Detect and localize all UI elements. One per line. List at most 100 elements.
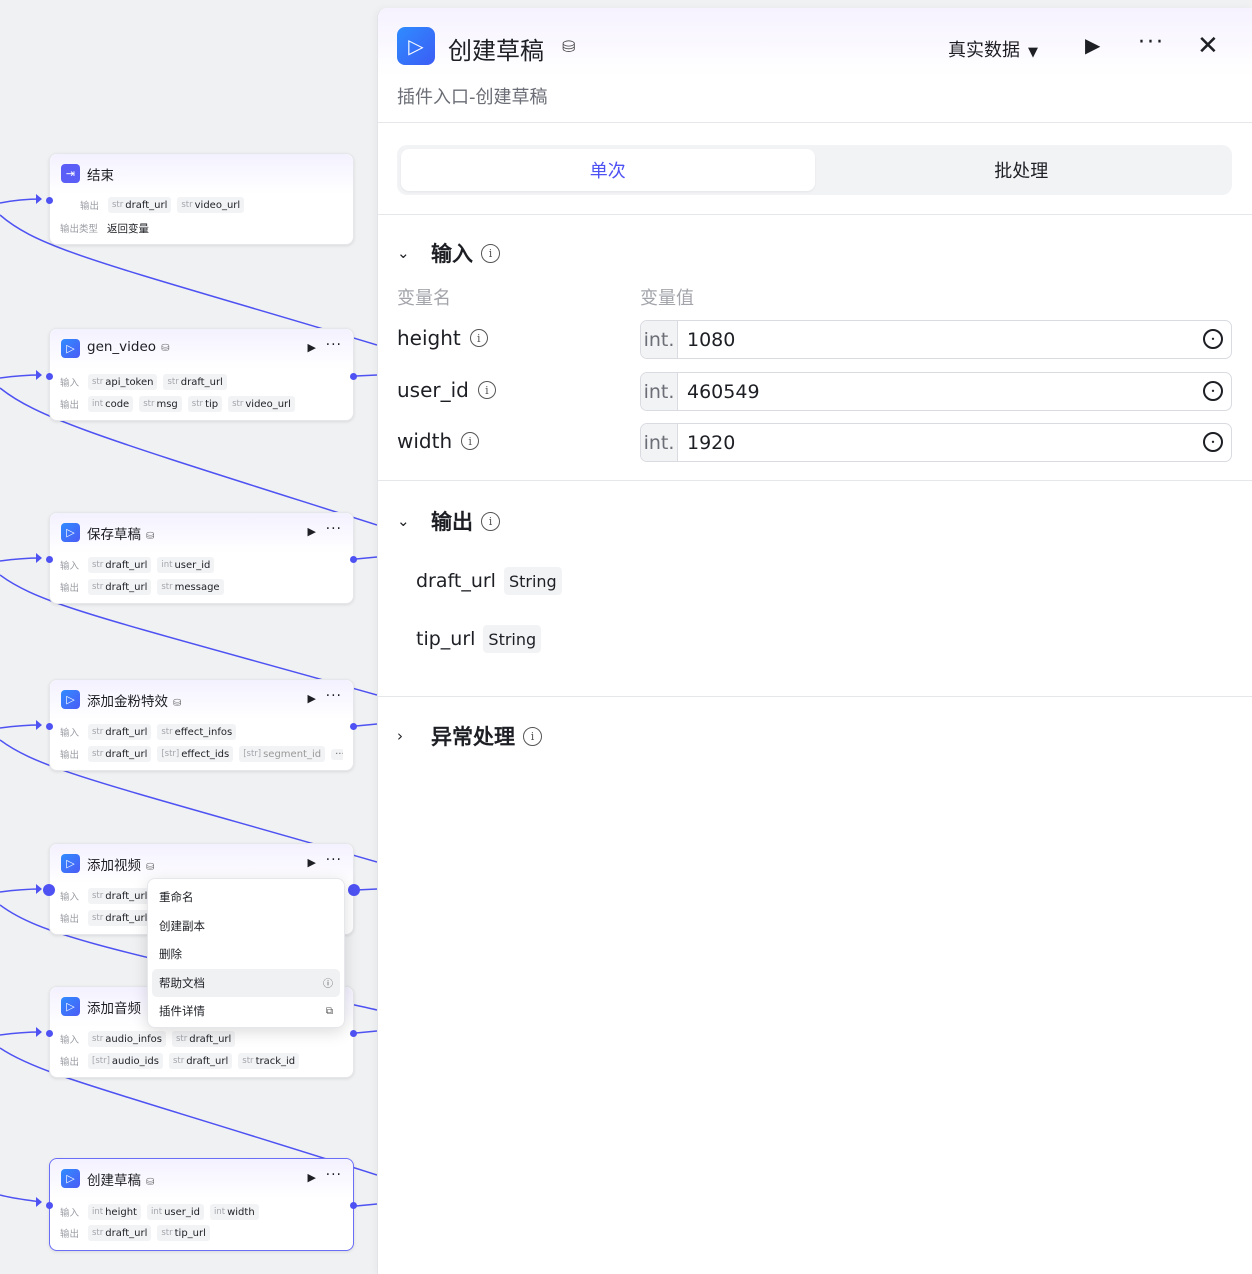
menu-item-delete[interactable]: 删除 bbox=[152, 940, 340, 969]
exception-section-toggle[interactable]: › 异常处理 i bbox=[397, 721, 542, 751]
input-port[interactable] bbox=[46, 197, 53, 204]
var-tag: str video_url bbox=[177, 197, 245, 213]
output-name: draft_url bbox=[416, 570, 496, 592]
more-icon[interactable]: ··· bbox=[326, 337, 342, 353]
help-icon: ⓘ bbox=[323, 979, 333, 991]
variable-ref-icon[interactable]: • bbox=[1203, 381, 1223, 401]
var-tag: str draft_url bbox=[88, 579, 152, 595]
plugin-icon: ▷ bbox=[397, 27, 435, 65]
plugin-badge-icon: ⛁ bbox=[146, 862, 155, 873]
input-section-toggle[interactable]: ⌄ 输入 i bbox=[397, 238, 500, 268]
variable-name: width i bbox=[397, 429, 480, 453]
data-mode-dropdown[interactable]: 真实数据 ▼ bbox=[948, 36, 1038, 62]
workflow-canvas[interactable]: ⇥ 结束 输出 str draft_url str video_url 输出类型 返… bbox=[0, 0, 377, 1274]
output-port[interactable] bbox=[350, 1030, 357, 1037]
plugin-badge-icon: ⛁ bbox=[173, 698, 182, 709]
var-tag: str video_url bbox=[228, 396, 295, 412]
var-tag: str tip bbox=[187, 396, 223, 412]
output-type-value: 返回变量 bbox=[107, 222, 149, 235]
info-icon: i bbox=[477, 381, 496, 399]
output-port[interactable] bbox=[350, 1202, 357, 1209]
tab-single[interactable]: 单次 bbox=[401, 149, 815, 191]
run-mode-tabs: 单次 批处理 bbox=[397, 145, 1232, 195]
node-end[interactable]: ⇥ 结束 输出 str draft_url str video_url 输出类型 返… bbox=[46, 153, 354, 245]
output-port[interactable] bbox=[350, 373, 357, 380]
var-tag: [str] segment_id bbox=[239, 746, 326, 762]
run-icon[interactable]: ▶ bbox=[308, 525, 316, 538]
type-badge: int. bbox=[641, 321, 678, 358]
node-input-row: 输入 str api_token str draft_url bbox=[60, 373, 343, 391]
more-outputs-button[interactable]: ··· bbox=[331, 748, 343, 760]
more-icon[interactable]: ··· bbox=[326, 521, 342, 537]
input-port[interactable] bbox=[46, 723, 53, 730]
chevron-down-icon: ⌄ bbox=[397, 512, 410, 530]
tab-batch[interactable]: 批处理 bbox=[815, 149, 1229, 191]
row-label: 输出 bbox=[60, 1229, 80, 1240]
node-title: 结束 bbox=[87, 168, 114, 184]
node-add-effect[interactable]: ▷ 添加金粉特效 ⛁ ▶ ··· 输入 str draft_url str effec… bbox=[46, 679, 357, 771]
run-icon[interactable]: ▶ bbox=[308, 341, 316, 354]
menu-item-duplicate[interactable]: 创建副本 bbox=[152, 912, 340, 941]
more-icon[interactable]: ··· bbox=[1138, 30, 1165, 55]
row-label: 输出 bbox=[60, 400, 80, 411]
variable-value[interactable]: 1920 bbox=[687, 432, 735, 454]
node-output-row: 输出 str draft_url str message bbox=[60, 578, 343, 596]
variable-name: height i bbox=[397, 326, 488, 350]
more-icon[interactable]: ··· bbox=[326, 852, 342, 868]
menu-item-help-docs[interactable]: 帮助文档 ⓘ bbox=[152, 968, 340, 997]
menu-item-plugin-details[interactable]: 插件详情 ⧉ bbox=[152, 997, 340, 1026]
variable-value-input[interactable]: int. 1920 • bbox=[640, 423, 1232, 462]
plugin-icon: ▷ bbox=[61, 339, 80, 358]
node-title: 保存草稿 ⛁ bbox=[87, 527, 155, 543]
var-tag: str draft_url bbox=[88, 1225, 152, 1241]
input-port[interactable] bbox=[46, 1030, 53, 1037]
plugin-icon: ▷ bbox=[61, 854, 80, 873]
var-tag: str api_token bbox=[88, 374, 158, 390]
variable-ref-icon[interactable]: • bbox=[1203, 432, 1223, 452]
var-tag: str draft_url bbox=[88, 724, 152, 740]
more-icon[interactable]: ··· bbox=[326, 1167, 342, 1183]
variable-value-input[interactable]: int. 1080 • bbox=[640, 320, 1232, 359]
output-section-toggle[interactable]: ⌄ 输出 i bbox=[397, 506, 500, 536]
var-tag: int width bbox=[210, 1204, 259, 1220]
column-header-value: 变量值 bbox=[640, 288, 694, 309]
node-output-row: 输出 str draft_url str video_url bbox=[80, 196, 343, 214]
variable-ref-icon[interactable]: • bbox=[1203, 329, 1223, 349]
var-tag: str draft_url bbox=[88, 557, 152, 573]
row-label: 输出 bbox=[60, 750, 80, 761]
close-icon[interactable]: ✕ bbox=[1197, 31, 1219, 61]
variable-value[interactable]: 460549 bbox=[687, 381, 760, 403]
output-port[interactable] bbox=[348, 884, 360, 896]
output-port[interactable] bbox=[350, 556, 357, 563]
input-port[interactable] bbox=[46, 1202, 53, 1209]
node-save-draft[interactable]: ▷ 保存草稿 ⛁ ▶ ··· 输入 str draft_url int user_id… bbox=[46, 512, 357, 604]
var-tag: str draft_url bbox=[88, 888, 152, 904]
more-icon[interactable]: ··· bbox=[326, 688, 342, 704]
run-icon[interactable]: ▶ bbox=[308, 856, 316, 869]
node-create-draft[interactable]: ▷ 创建草稿 ⛁ ▶ ··· 输入 int height int user_id in… bbox=[46, 1158, 357, 1251]
input-port[interactable] bbox=[46, 556, 53, 563]
output-port[interactable] bbox=[350, 723, 357, 730]
input-port[interactable] bbox=[43, 884, 55, 896]
run-icon[interactable]: ▶ bbox=[1085, 33, 1100, 57]
chevron-right-icon: › bbox=[397, 727, 403, 745]
variable-value-input[interactable]: int. 460549 • bbox=[640, 372, 1232, 411]
node-title: 创建草稿 ⛁ bbox=[87, 1173, 155, 1189]
var-tag: str draft_url bbox=[88, 910, 152, 926]
var-tag: int user_id bbox=[146, 1204, 204, 1220]
node-input-row: 输入 str draft_url int user_id bbox=[60, 556, 343, 574]
caret-down-icon: ▼ bbox=[1028, 45, 1038, 60]
chevron-down-icon: ⌄ bbox=[397, 244, 410, 262]
node-gen-video[interactable]: ▷ gen_video ⛁ ▶ ··· 输入 str api_token str dr… bbox=[46, 328, 357, 421]
plugin-icon: ▷ bbox=[61, 523, 80, 542]
variable-value[interactable]: 1080 bbox=[687, 329, 735, 351]
menu-item-rename[interactable]: 重命名 bbox=[152, 883, 340, 912]
run-icon[interactable]: ▶ bbox=[308, 1171, 316, 1184]
var-tag: str track_id bbox=[238, 1053, 300, 1069]
output-type-badge: String bbox=[483, 625, 542, 653]
input-port[interactable] bbox=[46, 373, 53, 380]
panel-header: ▷ 创建草稿 ⛁ 插件入口-创建草稿 真实数据 ▼ ▶ ··· ✕ bbox=[378, 8, 1252, 123]
row-label: 输入 bbox=[60, 378, 80, 389]
run-icon[interactable]: ▶ bbox=[308, 692, 316, 705]
info-icon: i bbox=[481, 243, 500, 263]
